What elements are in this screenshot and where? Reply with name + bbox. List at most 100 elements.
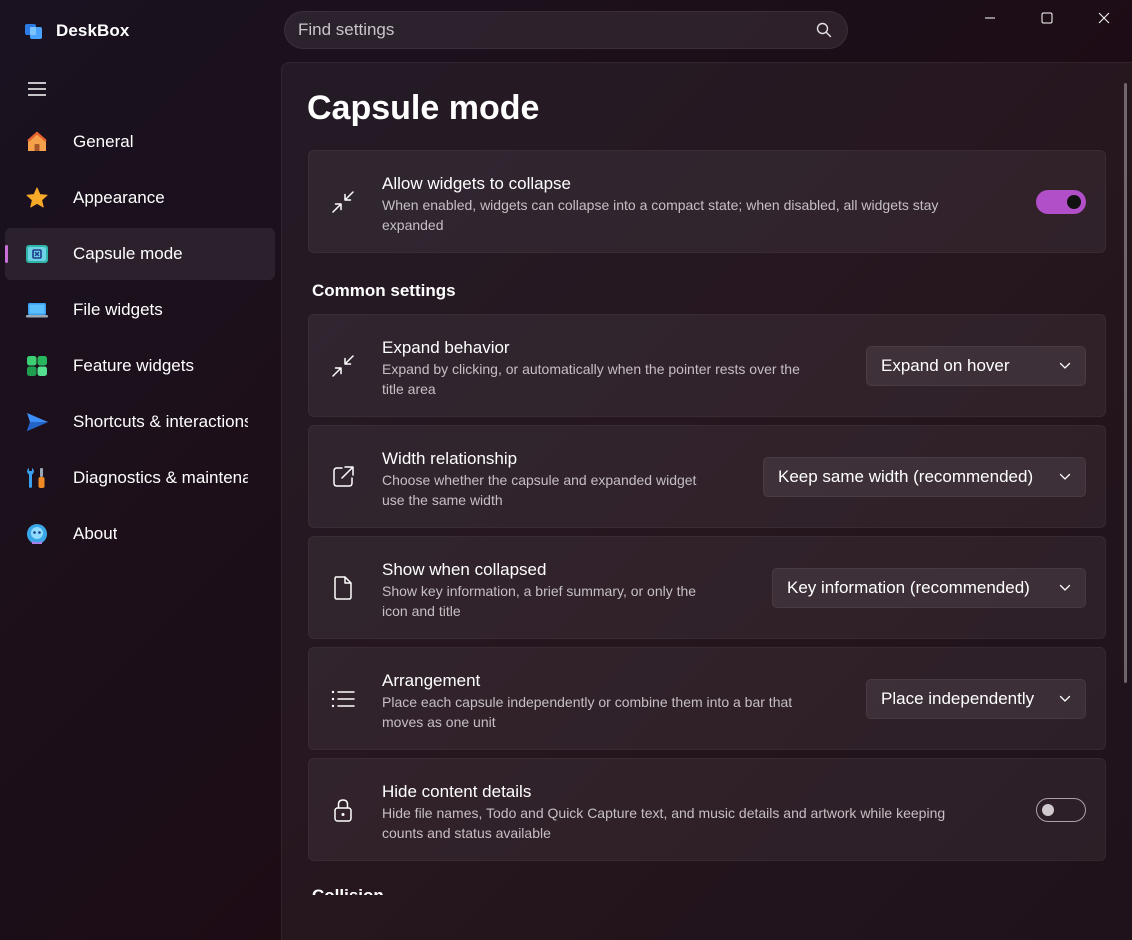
- deskbox-logo-icon: [24, 21, 44, 41]
- maximize-icon: [1041, 12, 1052, 24]
- sidebar-item-label: Capsule mode: [73, 244, 183, 263]
- sidebar-item-diagnostics-maintenance[interactable]: Diagnostics & maintenance: [5, 452, 275, 504]
- star-icon: [25, 186, 49, 210]
- close-button[interactable]: [1075, 0, 1132, 36]
- page-title: Capsule mode: [307, 89, 540, 127]
- expand-behavior-card: Expand behavior Expand by clicking, or a…: [308, 314, 1106, 417]
- menu-toggle-button[interactable]: [22, 74, 52, 104]
- dropdown-value: Key information (recommended): [787, 577, 1030, 597]
- card-title: Arrangement: [382, 671, 481, 690]
- sidebar-item-shortcuts-interactions[interactable]: Shortcuts & interactions: [5, 396, 275, 448]
- capsule-icon: [25, 242, 49, 266]
- minimize-button[interactable]: [961, 0, 1018, 36]
- dropdown-value: Expand on hover: [881, 355, 1010, 375]
- sidebar-item-capsule-mode[interactable]: Capsule mode: [5, 228, 275, 280]
- app-title: DeskBox: [24, 18, 129, 44]
- document-icon: [329, 574, 357, 602]
- home-icon: [25, 130, 49, 154]
- card-description: Hide file names, Todo and Quick Capture …: [382, 803, 945, 843]
- bot-icon: [25, 522, 49, 546]
- chevron-down-icon: [1049, 691, 1071, 707]
- description-line: Hide file names, Todo and Quick Capture …: [382, 805, 946, 821]
- expand-behavior-dropdown[interactable]: Expand on hover: [866, 345, 1086, 386]
- sidebar-item-general[interactable]: General: [5, 116, 275, 168]
- expand-arrows-icon: [329, 352, 357, 380]
- chevron-down-icon: [1049, 469, 1071, 485]
- sidebar-item-appearance[interactable]: Appearance: [5, 172, 275, 224]
- lock-icon: [329, 796, 357, 824]
- arrangement-card: Arrangement Place each capsule independe…: [308, 647, 1106, 750]
- card-text: Arrangement Place each capsule independe…: [382, 670, 792, 732]
- next-section-title: Collision: [312, 883, 384, 895]
- description-line: Expand by clicking, or automatically whe…: [382, 361, 800, 377]
- sidebar-item-about[interactable]: About: [5, 508, 275, 560]
- card-description: Expand by clicking, or automatically whe…: [382, 359, 800, 399]
- card-description: Choose whether the capsule and expanded …: [382, 470, 696, 510]
- sidebar-item-label: Feature widgets: [73, 356, 194, 375]
- window-controls: [961, 0, 1132, 36]
- laptop-icon: [25, 298, 49, 322]
- card-text: Expand behavior Expand by clicking, or a…: [382, 337, 800, 399]
- card-title: Expand behavior: [382, 338, 510, 357]
- hide-content-details-toggle[interactable]: [1036, 797, 1086, 822]
- minimize-icon: [984, 17, 995, 19]
- scrollbar[interactable]: [1124, 83, 1127, 683]
- list-icon: [329, 685, 357, 713]
- card-title: Allow widgets to collapse: [382, 174, 571, 193]
- card-text: Hide content details Hide file names, To…: [382, 781, 945, 843]
- sidebar-item-label: General: [73, 132, 134, 151]
- hide-content-details-card: Hide content details Hide file names, To…: [308, 758, 1106, 861]
- maximize-button[interactable]: [1018, 0, 1075, 36]
- description-line: counts and status available: [382, 825, 551, 841]
- sidebar-item-feature-widgets[interactable]: Feature widgets: [5, 340, 275, 392]
- card-text: Show when collapsed Show key information…: [382, 559, 696, 621]
- description-line: use the same width: [382, 492, 503, 508]
- dropdown-value: Keep same width (recommended): [778, 466, 1034, 486]
- card-text: Allow widgets to collapse When enabled, …: [382, 173, 938, 235]
- card-text: Width relationship Choose whether the ca…: [382, 448, 696, 510]
- chevron-down-icon: [1049, 580, 1071, 596]
- toggle-knob: [1042, 803, 1054, 816]
- description-line: expanded: [382, 217, 444, 233]
- description-line: Show key information, a brief summary, o…: [382, 583, 697, 599]
- description-line: Place each capsule independently or comb…: [382, 694, 793, 710]
- width-relationship-card: Width relationship Choose whether the ca…: [308, 425, 1106, 528]
- card-title: Width relationship: [382, 449, 518, 468]
- description-line: When enabled, widgets can collapse into …: [382, 197, 939, 213]
- search-box[interactable]: [284, 11, 848, 49]
- settings-content: Capsule mode Allow widgets to collapse W…: [281, 62, 1132, 940]
- sidebar-item-label: Diagnostics & maintenance: [73, 468, 248, 487]
- width-relationship-dropdown[interactable]: Keep same width (recommended): [763, 456, 1086, 497]
- sidebar-item-label: Appearance: [73, 188, 165, 207]
- sidebar-item-label: About: [73, 524, 118, 543]
- card-title: Hide content details: [382, 782, 532, 801]
- send-icon: [25, 410, 49, 434]
- search-icon[interactable]: [815, 21, 833, 39]
- card-title: Show when collapsed: [382, 560, 547, 579]
- description-line: moves as one unit: [382, 714, 496, 730]
- allow-collapse-card: Allow widgets to collapse When enabled, …: [308, 150, 1106, 253]
- app-name: DeskBox: [56, 21, 130, 40]
- description-line: title area: [382, 381, 436, 397]
- allow-collapse-toggle[interactable]: [1036, 189, 1086, 214]
- search-input[interactable]: [298, 20, 815, 40]
- widgets-icon: [25, 354, 49, 378]
- card-description: When enabled, widgets can collapse into …: [382, 195, 938, 235]
- card-description: Place each capsule independently or comb…: [382, 692, 792, 732]
- sidebar-item-label: Shortcuts & interactions: [73, 412, 248, 431]
- sidebar-item-file-widgets[interactable]: File widgets: [5, 284, 275, 336]
- show-when-collapsed-dropdown[interactable]: Key information (recommended): [772, 567, 1086, 608]
- arrangement-dropdown[interactable]: Place independently: [866, 678, 1086, 719]
- tools-icon: [25, 466, 49, 490]
- toggle-knob: [1067, 194, 1081, 209]
- show-when-collapsed-card: Show when collapsed Show key information…: [308, 536, 1106, 639]
- description-line: icon and title: [382, 603, 461, 619]
- chevron-down-icon: [1049, 358, 1071, 374]
- collapse-arrows-icon: [329, 188, 357, 216]
- description-line: Choose whether the capsule and expanded …: [382, 472, 697, 488]
- hamburger-icon: [28, 82, 46, 96]
- open-external-icon: [329, 463, 357, 491]
- dropdown-value: Place independently: [881, 688, 1035, 708]
- section-title: Common settings: [312, 281, 456, 300]
- sidebar-nav: General Appearance Capsule mode File wid…: [5, 116, 275, 564]
